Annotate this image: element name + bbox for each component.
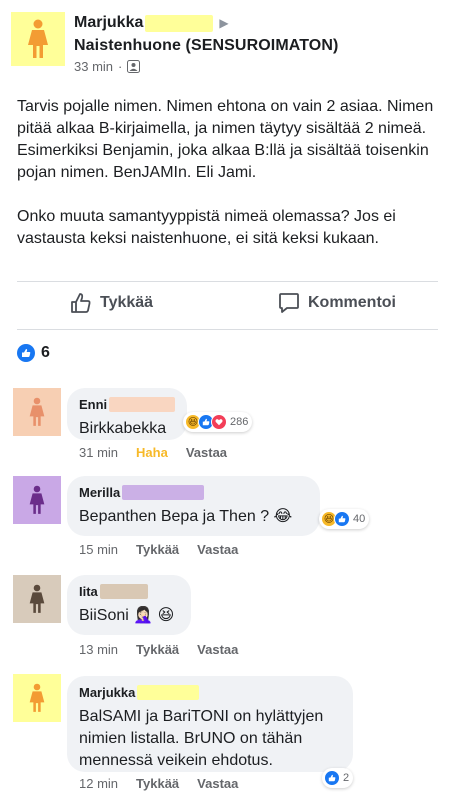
person-icon — [29, 397, 45, 426]
divider — [17, 281, 438, 282]
reaction-count: 286 — [230, 416, 249, 428]
like-comment-button[interactable]: Tykkää — [136, 776, 179, 791]
redacted-name — [145, 14, 214, 32]
comment-author-row: Marjukka — [79, 684, 341, 701]
group-privacy-icon — [127, 60, 141, 73]
author-name[interactable]: Marjukka — [74, 14, 143, 32]
comment-time[interactable]: 13 min — [79, 642, 118, 657]
post-body: Tarvis pojalle nimen. Nimen ehtona on va… — [17, 96, 437, 272]
comment-author[interactable]: Iita — [79, 584, 98, 599]
comment-time[interactable]: 12 min — [79, 776, 118, 791]
group-name[interactable]: Naistenhuone (SENSUROIMATON) — [74, 37, 338, 55]
commenter-avatar[interactable] — [13, 674, 61, 722]
reaction-count: 2 — [343, 772, 350, 784]
reaction-count: 6 — [41, 344, 50, 361]
arrow-right-icon: ▶ — [219, 16, 229, 30]
like-reaction-icon — [324, 770, 340, 786]
comment-text: BiiSoni 🤦🏻‍♀️ 😆 — [79, 607, 175, 624]
comment-text: BalSAMI ja BariTONI on hylättyjen nimien… — [79, 708, 324, 769]
redacted-name — [122, 485, 205, 500]
comment-bubble[interactable]: Marjukka BalSAMI ja BariTONI on hylättyj… — [67, 676, 353, 772]
comment-icon — [279, 293, 299, 313]
comment-author[interactable]: Enni — [79, 397, 107, 412]
person-icon — [28, 19, 48, 58]
comment-author-row: Merilla — [79, 484, 308, 501]
comment-meta: 13 min Tykkää Vastaa — [79, 642, 238, 657]
reply-button[interactable]: Vastaa — [197, 776, 238, 791]
comment-author[interactable]: Marjukka — [79, 685, 135, 700]
reply-button[interactable]: Vastaa — [186, 445, 227, 460]
reaction-label[interactable]: Haha — [136, 445, 168, 460]
like-comment-button[interactable]: Tykkää — [136, 642, 179, 657]
comment-meta: 12 min Tykkää Vastaa — [79, 776, 238, 791]
redacted-name — [99, 584, 148, 599]
comment-text: Birkkabekka — [79, 420, 167, 437]
comment-author-row: Enni — [79, 396, 175, 413]
comment-reactions[interactable]: 2 — [322, 768, 354, 788]
like-reaction-icon — [334, 511, 350, 527]
like-button[interactable]: Tykkää — [70, 292, 153, 314]
comment-bubble[interactable]: Enni Birkkabekka — [67, 388, 187, 440]
reply-button[interactable]: Vastaa — [197, 542, 238, 557]
comment-bubble[interactable]: Merilla Bepanthen Bepa ja Then ? 😂 — [67, 476, 320, 536]
author-name-row: Marjukka ▶ — [74, 14, 229, 32]
comment-author-row: Iita — [79, 583, 179, 600]
person-icon — [29, 584, 45, 613]
redacted-name — [137, 685, 200, 700]
like-label: Tykkää — [100, 294, 154, 311]
reaction-count: 40 — [353, 513, 366, 525]
post-paragraph: Onko muuta samantyyppistä nimeä olemassa… — [17, 208, 396, 247]
commenter-avatar[interactable] — [13, 476, 61, 524]
post-paragraph: Tarvis pojalle nimen. Nimen ehtona on va… — [17, 98, 434, 181]
commenter-avatar[interactable] — [13, 388, 61, 436]
comment-author[interactable]: Merilla — [79, 485, 120, 500]
person-icon — [29, 485, 45, 514]
like-comment-button[interactable]: Tykkää — [136, 542, 179, 557]
post-meta: 33 min · — [74, 59, 141, 74]
author-avatar[interactable] — [11, 12, 65, 66]
love-reaction-icon — [211, 414, 227, 430]
comment-time[interactable]: 31 min — [79, 445, 118, 460]
redacted-name — [109, 397, 175, 412]
thumbs-up-icon — [71, 293, 91, 313]
comment-bubble[interactable]: Iita BiiSoni 🤦🏻‍♀️ 😆 — [67, 575, 191, 635]
comment-time[interactable]: 15 min — [79, 542, 118, 557]
comment-meta: 31 min Haha Vastaa — [79, 445, 227, 460]
comment-reactions[interactable]: 😆 40 — [319, 509, 370, 529]
post-time[interactable]: 33 min — [74, 59, 113, 74]
commenter-avatar[interactable] — [13, 575, 61, 623]
comment-meta: 15 min Tykkää Vastaa — [79, 542, 238, 557]
comment-label: Kommentoi — [308, 294, 396, 311]
comment-text: Bepanthen Bepa ja Then ? 😂 — [79, 508, 293, 525]
reaction-summary[interactable]: 6 — [17, 344, 50, 362]
divider — [17, 329, 438, 330]
meta-separator: · — [118, 59, 123, 74]
reply-button[interactable]: Vastaa — [197, 642, 238, 657]
comment-button[interactable]: Kommentoi — [278, 292, 396, 314]
person-icon — [29, 683, 45, 712]
comment-reactions[interactable]: 😆 286 — [183, 412, 253, 432]
like-reaction-icon — [17, 344, 35, 362]
